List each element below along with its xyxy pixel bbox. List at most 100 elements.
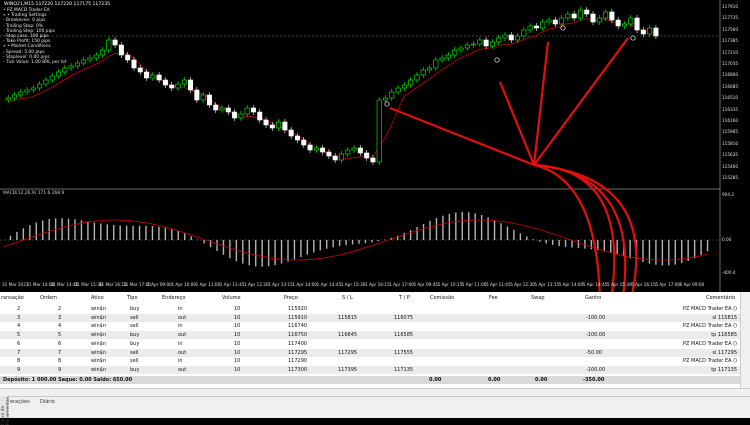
time-tick-label: 1 Apr 16:15 (365, 282, 390, 287)
time-tick-label: 1 Apr 11:45 (219, 282, 245, 287)
table-row[interactable]: 3 3 win$n sell out 10 115910 115815 116075 -100.0… (0, 313, 740, 322)
time-tick-label: 1 Apr 09:00 (147, 282, 172, 287)
table-row[interactable]: 8 8 win$n sell in 10 117290 PZ MACD Trader EA (… (0, 357, 740, 366)
cell-comentario: PZ MACD Trader EA () (682, 323, 737, 330)
cell-ordem: 8 (58, 358, 62, 365)
moving-average-line (7, 18, 656, 159)
trade-marker-icon (630, 35, 636, 41)
candle (100, 47, 106, 58)
cell-ativo: win$n (91, 323, 106, 330)
candle (326, 149, 332, 159)
candle (584, 7, 590, 17)
cell-preco: 117400 (288, 340, 308, 347)
cell-endereco: in (178, 323, 183, 330)
price-tick-label: 115985 (722, 129, 738, 135)
table-row[interactable]: 4 4 win$n sell in 10 116740 PZ MACD Trader EA (… (0, 322, 740, 331)
vertical-scrollbar[interactable] (740, 292, 750, 388)
candle (206, 92, 212, 108)
col-transacao[interactable]: ransação (1, 295, 24, 301)
cell-volume: 10 (234, 349, 241, 356)
candle (276, 119, 282, 131)
candle (301, 137, 307, 148)
cell-ordem: 3 (58, 314, 62, 321)
annotation-arrow (389, 106, 535, 167)
candle (408, 77, 414, 88)
col-ganho[interactable]: Ganho (585, 295, 601, 301)
candle (427, 65, 433, 73)
col-swap[interactable]: Swap (531, 295, 545, 301)
time-tick-label: 5 Apr 14:45 (582, 282, 608, 287)
candle (445, 52, 451, 61)
cell-volume: 10 (234, 340, 241, 347)
candle (37, 81, 43, 91)
time-tick-label: 1 Apr 11:00 (195, 282, 221, 287)
toolbox-label: Caixa de Ferramentas (1, 396, 11, 425)
table-row[interactable]: 7 7 win$n sell out 10 117295 117295 117555 -50.00… (0, 348, 740, 357)
col-tp[interactable]: T / P (399, 295, 410, 301)
candle (313, 145, 319, 153)
cell-ordem: 4 (58, 323, 62, 330)
cell-tp: 117555 (394, 349, 414, 356)
candle (56, 69, 62, 79)
candle (395, 85, 401, 95)
candle (552, 17, 558, 27)
cell-comentario: tp 116585 (711, 332, 737, 339)
cell-endereco: in (178, 358, 183, 365)
macd-label: MACD(12,26,9) 171.6 268.9 (3, 191, 65, 196)
cell-comentario: PZ MACD Trader EA () (682, 306, 737, 312)
candle (162, 77, 168, 88)
candle (68, 63, 74, 71)
history-table[interactable]: ransação Ordem Ativo Tipo Endereço Volum… (0, 292, 750, 388)
cell-ganho: -100.00 (586, 314, 606, 321)
price-tick-label: 116860 (722, 72, 738, 78)
candle (452, 47, 458, 58)
cell-tp: 117135 (394, 366, 414, 373)
cell-ativo: win$n (91, 340, 106, 347)
col-endereco[interactable]: Endereço (162, 295, 185, 301)
table-row[interactable]: 5 5 win$n buy out 10 116750 116845 116585 -100.00… (0, 331, 740, 340)
candle (596, 15, 602, 25)
col-tipo[interactable]: Tipo (127, 295, 138, 301)
price-chart[interactable] (0, 0, 750, 292)
candle (420, 67, 426, 78)
col-ordem[interactable]: Ordem (40, 295, 57, 301)
tab-operacoes[interactable]: erações (10, 399, 30, 405)
candle (590, 11, 596, 25)
col-fee[interactable]: Fee (489, 295, 498, 301)
col-sl[interactable]: S / L (342, 295, 353, 301)
col-volume[interactable]: Volume (222, 295, 241, 301)
price-tick-label: 116685 (722, 83, 738, 89)
table-row[interactable]: 6 6 win$n buy in 10 117400 PZ MACD Trader EA () (0, 339, 740, 348)
time-tick-label: 5 Apr 11:00 (461, 282, 487, 287)
col-comissao[interactable]: Comissão (430, 295, 454, 301)
cell-tipo: buy (130, 366, 140, 373)
col-ativo[interactable]: Ativo (91, 295, 104, 301)
table-row[interactable]: 9 9 win$n buy out 10 117300 117395 117135 -100.00… (0, 365, 740, 374)
cell-preco: 117290 (288, 358, 308, 365)
price-tick-label: 117910 (722, 4, 738, 9)
tab-diario[interactable]: Diário (40, 399, 55, 405)
time-tick-label: 1 Apr 17:00 (389, 282, 414, 287)
candle (540, 19, 546, 31)
time-tick-label: 5 Apr 15:30 (607, 282, 632, 287)
candle (502, 32, 508, 41)
candle (527, 23, 533, 33)
time-tick-label: 1 Apr 15:30 (340, 282, 366, 287)
time-tick-label: 5 Apr 14:00 (558, 282, 584, 287)
price-tick-label: 116335 (722, 106, 738, 112)
candle (62, 65, 68, 75)
candle (414, 72, 420, 83)
toolbox-tabs: erações Diário (0, 396, 750, 418)
cell-tipo: sell (130, 323, 139, 330)
col-comentario[interactable]: Comentário (706, 295, 735, 301)
time-tick-label: 5 Apr 12:30 (510, 282, 535, 287)
cell-tp: 116585 (394, 332, 414, 339)
col-preco[interactable]: Preço (284, 295, 298, 301)
chart-area[interactable]: WINQ21,M15 117220 117220 117175 117235 •… (0, 0, 750, 292)
candle (653, 25, 659, 39)
toolbox-side-label[interactable]: Caixa de Ferramentas (0, 396, 11, 425)
cell-transacao: 3 (17, 314, 21, 321)
candle (401, 82, 407, 91)
macd-tick-label: -400.4 (722, 270, 736, 275)
table-row[interactable]: 2 2 win$n buy in 10 115920 PZ MACD Trader EA () (0, 305, 740, 313)
